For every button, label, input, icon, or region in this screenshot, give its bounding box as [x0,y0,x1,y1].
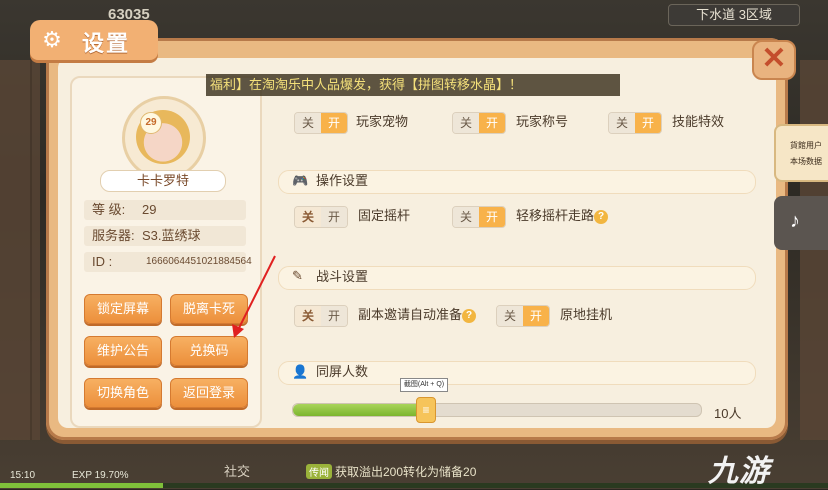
exp-bar-fill [0,483,164,488]
news-ticker: 传闻 获取溢出200转化为储备20 [306,463,476,480]
social-button[interactable]: 社交 [224,461,250,480]
exp-text: EXP 19.70% [72,470,129,481]
clock: 15:10 [10,470,36,481]
watermark-logo: 九游 [708,455,770,488]
news-text: 获取溢出200转化为储备20 [335,465,477,479]
exp-bar [0,483,828,488]
news-badge: 传闻 [306,464,332,479]
annotation-arrow [232,255,276,338]
